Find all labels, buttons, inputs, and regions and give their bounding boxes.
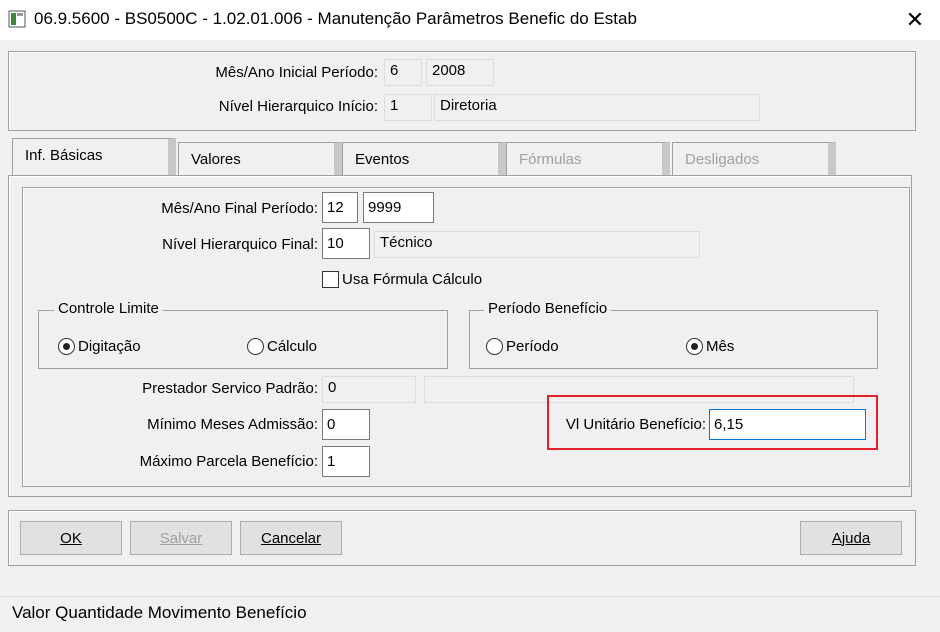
minimo-meses-input[interactable]: 0: [322, 409, 370, 440]
cancelar-button[interactable]: Cancelar: [240, 521, 342, 555]
app-icon: [8, 10, 26, 28]
checkbox-box[interactable]: [322, 271, 339, 288]
radio-button[interactable]: [58, 338, 75, 355]
mes-inicial-field: 6: [384, 59, 422, 86]
radio-mes[interactable]: Mês: [686, 338, 734, 355]
tab-label: Desligados: [685, 151, 760, 168]
ajuda-label: Ajuda: [831, 529, 871, 547]
radio-button[interactable]: [247, 338, 264, 355]
tab-desligados[interactable]: Desligados: [672, 142, 836, 176]
nivel-inicio-label: Nível Hierarquico Início:: [218, 98, 378, 115]
radio-label: Período: [506, 338, 559, 355]
tab-eventos[interactable]: Eventos: [342, 142, 506, 176]
status-text: Valor Quantidade Movimento Benefício: [12, 603, 307, 622]
usa-formula-checkbox[interactable]: Usa Fórmula Cálculo: [322, 271, 482, 288]
tab-label: Valores: [191, 151, 241, 168]
salvar-label: Salvar: [159, 529, 203, 547]
radio-label: Cálculo: [267, 338, 318, 355]
salvar-button[interactable]: Salvar: [130, 521, 232, 555]
radio-button[interactable]: [486, 338, 503, 355]
mes-ano-final-label: Mês/Ano Final Período:: [161, 200, 318, 217]
window-title: 06.9.5600 - BS0500C - 1.02.01.006 - Manu…: [34, 9, 637, 28]
periodo-beneficio-title: Período Benefício: [484, 300, 612, 317]
nivel-inicio-codigo: 1: [384, 94, 432, 121]
usa-formula-label: Usa Fórmula Cálculo: [342, 271, 483, 288]
prestador-label: Prestador Servico Padrão:: [142, 380, 318, 397]
tab-label: Fórmulas: [519, 151, 582, 168]
cancelar-label: Cancelar: [260, 529, 322, 547]
tab-formulas[interactable]: Fórmulas: [506, 142, 670, 176]
mes-ano-inicial-label: Mês/Ano Inicial Período:: [215, 64, 378, 81]
nivel-final-descricao: Técnico: [374, 231, 700, 258]
tab-inf-basicas[interactable]: Inf. Básicas: [12, 138, 176, 176]
nivel-inicio-descricao: Diretoria: [434, 94, 760, 121]
ajuda-button[interactable]: Ajuda: [800, 521, 902, 555]
radio-digitacao[interactable]: Digitação: [58, 338, 141, 355]
maximo-parcela-label: Máximo Parcela Benefício:: [139, 453, 318, 470]
vl-unitario-label: Vl Unitário Benefício:: [565, 416, 706, 433]
radio-periodo[interactable]: Período: [486, 338, 559, 355]
radio-button[interactable]: [686, 338, 703, 355]
ok-button[interactable]: OK: [20, 521, 122, 555]
maximo-parcela-input[interactable]: 1: [322, 446, 370, 477]
vl-unitario-input[interactable]: 6,15: [709, 409, 866, 440]
tab-label: Eventos: [355, 151, 410, 168]
ok-label: OK: [60, 529, 82, 547]
radio-label: Mês: [706, 338, 735, 355]
close-icon[interactable]: ✕: [892, 2, 938, 38]
ano-inicial-field: 2008: [426, 59, 494, 86]
minimo-meses-label: Mínimo Meses Admissão:: [147, 416, 318, 433]
prestador-codigo: 0: [322, 376, 416, 403]
nivel-final-input[interactable]: 10: [322, 228, 370, 259]
mes-final-input[interactable]: 12: [322, 192, 358, 223]
tab-valores[interactable]: Valores: [178, 142, 342, 176]
radio-calculo[interactable]: Cálculo: [247, 338, 317, 355]
radio-label: Digitação: [78, 338, 141, 355]
ano-final-input[interactable]: 9999: [363, 192, 434, 223]
controle-limite-title: Controle Limite: [54, 300, 163, 317]
nivel-final-label: Nível Hierarquico Final:: [162, 236, 318, 253]
tab-label: Inf. Básicas: [25, 147, 103, 164]
